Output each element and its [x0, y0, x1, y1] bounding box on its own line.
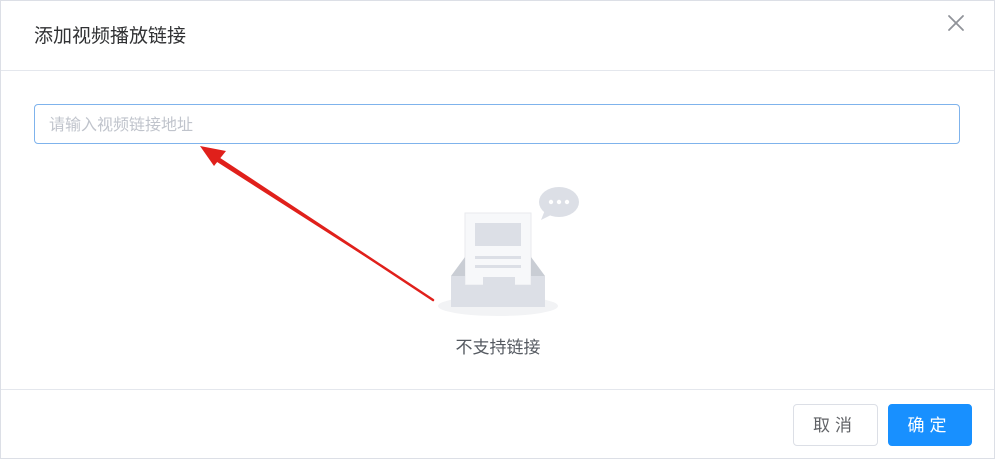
close-icon[interactable] — [945, 12, 967, 34]
empty-state-text: 不支持链接 — [455, 338, 541, 358]
dialog-header: 添加视频播放链接 — [1, 1, 994, 71]
video-url-input[interactable] — [34, 104, 960, 144]
cancel-button[interactable]: 取消 — [793, 404, 878, 446]
dialog-footer: 取消 确定 — [1, 389, 994, 459]
dialog-body: 不支持链接 — [1, 71, 994, 389]
confirm-button[interactable]: 确定 — [888, 404, 972, 446]
dialog-title: 添加视频播放链接 — [34, 25, 187, 47]
add-video-link-dialog: 添加视频播放链接 请输入视频链接地址 不支持链接 取消 确定 — [0, 0, 995, 459]
empty-inbox-icon — [435, 185, 585, 320]
